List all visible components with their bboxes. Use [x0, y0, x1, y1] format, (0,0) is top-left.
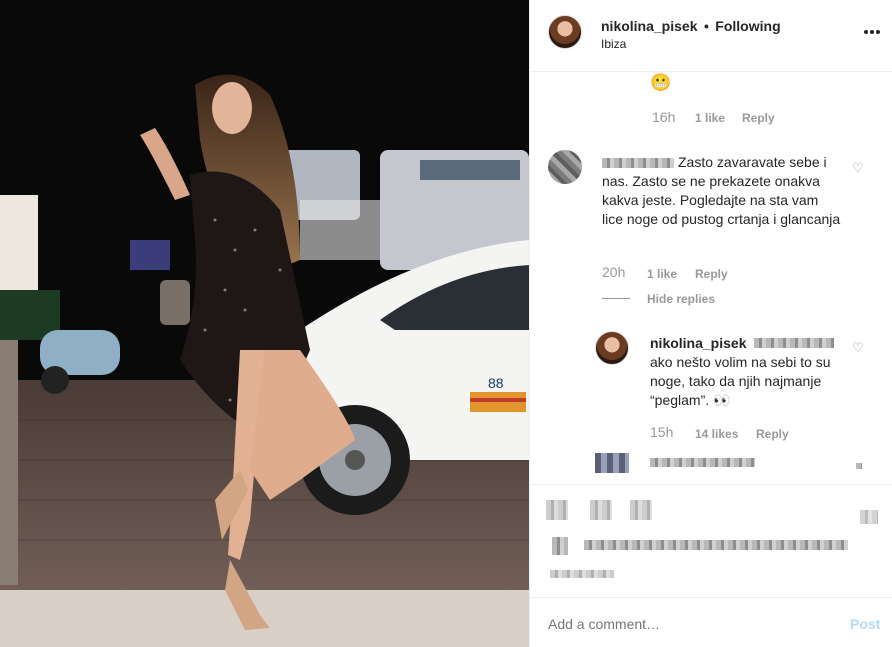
comment-text: Zasto zavaravate sebe i nas. Zasto se ne… — [602, 154, 841, 227]
reply-body: nikolina_pisek ako nešto volim na sebi t… — [650, 334, 846, 410]
next-comment-redacted — [650, 458, 755, 467]
location-link[interactable]: Ibiza — [601, 37, 626, 51]
post-button[interactable]: Post — [850, 616, 880, 632]
liked-by-redacted[interactable] — [584, 540, 848, 550]
post-timestamp-redacted — [550, 570, 614, 578]
photo-illustration: 88 — [0, 0, 529, 647]
share-icon[interactable] — [630, 500, 652, 520]
comment-likes[interactable]: 14 likes — [695, 427, 738, 441]
liked-by-avatar[interactable] — [552, 537, 568, 555]
comment-emoji: 😬 — [650, 73, 672, 92]
like-heart-icon[interactable]: ♡ — [852, 160, 864, 176]
comment-body: Zasto zavaravate sebe i nas. Zasto se ne… — [602, 153, 842, 229]
like-icon[interactable] — [546, 500, 568, 520]
comment-time[interactable]: 15h — [650, 424, 673, 440]
comment-likes[interactable]: 1 like — [695, 111, 725, 125]
reply-button[interactable]: Reply — [756, 427, 789, 441]
comment-time[interactable]: 16h — [652, 109, 675, 125]
hide-replies-divider — [602, 298, 630, 299]
mention-redacted[interactable] — [754, 338, 835, 348]
post-header: nikolina_pisek • Following Ibiza — [530, 0, 892, 72]
post-photo[interactable]: 88 — [0, 0, 529, 647]
next-comment-redacted — [856, 463, 862, 469]
header-separator: • — [703, 18, 709, 34]
actions-divider — [530, 484, 892, 485]
reply-username[interactable]: nikolina_pisek — [650, 335, 746, 351]
header-title-row: nikolina_pisek • Following — [601, 18, 781, 36]
reply-button[interactable]: Reply — [742, 111, 775, 125]
comment-icon[interactable] — [590, 500, 612, 520]
comment-form: Post — [530, 597, 892, 647]
save-icon[interactable] — [860, 510, 878, 524]
next-commenter-avatar[interactable] — [595, 453, 629, 473]
header-username[interactable]: nikolina_pisek — [601, 18, 697, 34]
following-button[interactable]: Following — [715, 18, 780, 34]
comment-likes[interactable]: 1 like — [647, 267, 677, 281]
svg-text:88: 88 — [488, 375, 504, 391]
comments-panel: nikolina_pisek • Following Ibiza 😬 16h 1… — [529, 0, 892, 647]
hide-replies-button[interactable]: Hide replies — [647, 292, 715, 306]
avatar[interactable] — [548, 15, 582, 49]
like-heart-icon[interactable]: ♡ — [852, 340, 864, 356]
reply-avatar[interactable] — [595, 331, 629, 365]
reply-button[interactable]: Reply — [695, 267, 728, 281]
more-options-icon[interactable] — [862, 24, 882, 40]
commenter-avatar[interactable] — [548, 150, 582, 184]
reply-text: ako nešto volim na sebi to su noge, tako… — [650, 354, 831, 408]
comment-time[interactable]: 20h — [602, 264, 625, 280]
add-comment-input[interactable] — [546, 612, 830, 636]
